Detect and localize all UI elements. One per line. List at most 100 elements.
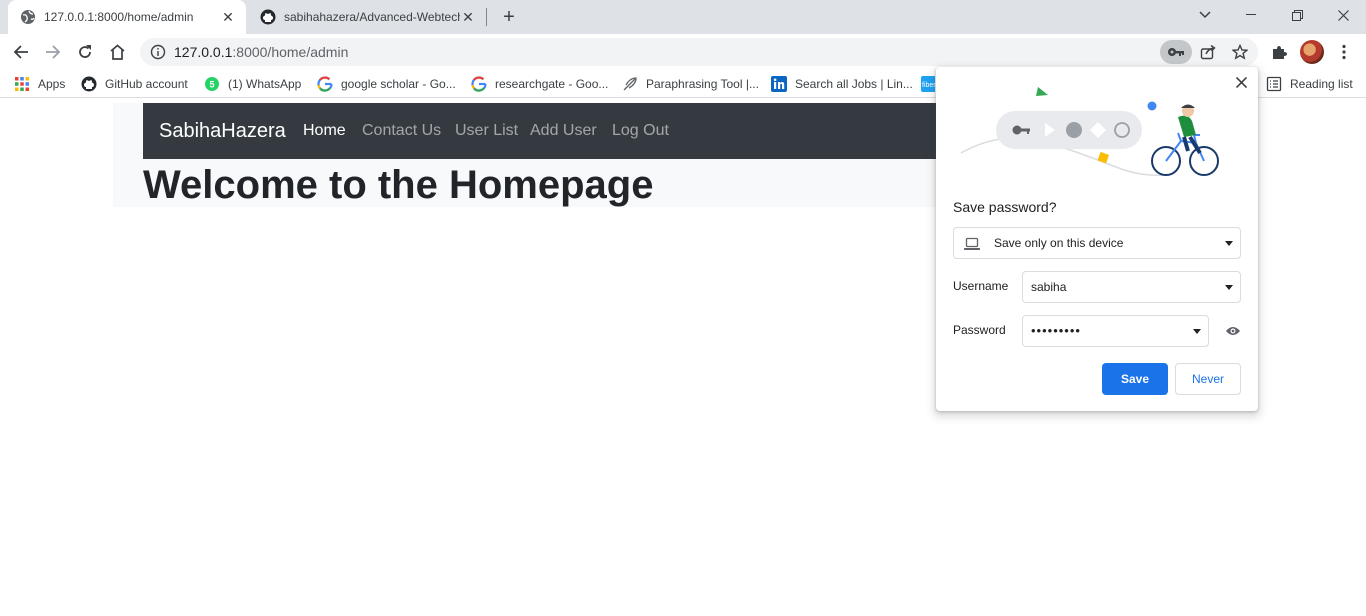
bookmark-label: google scholar - Go... (341, 77, 456, 91)
new-tab-button[interactable]: + (498, 6, 520, 28)
save-destination-label: Save only on this device (994, 236, 1124, 250)
google-icon (471, 76, 487, 92)
reload-icon (79, 45, 91, 58)
bookmark-label: Paraphrasing Tool |... (646, 77, 759, 91)
share-icon (1200, 44, 1216, 60)
dialog-title: Save password? (953, 199, 1057, 215)
reading-list-button[interactable]: Reading list (1266, 74, 1353, 94)
restore-button[interactable] (1274, 0, 1320, 30)
minimize-button[interactable] (1228, 0, 1274, 30)
username-select[interactable]: sabiha (1022, 271, 1241, 303)
apps-grid-icon (15, 77, 29, 91)
feather-icon (623, 77, 637, 91)
forward-button[interactable] (40, 39, 66, 65)
tab-active[interactable]: 127.0.0.1:8000/home/admin ✕ (8, 0, 246, 34)
password-value: ••••••••• (1031, 323, 1081, 338)
whatsapp-icon: 5 (205, 77, 219, 91)
home-icon (109, 44, 125, 60)
laptop-icon (964, 237, 980, 250)
tab-divider (486, 8, 487, 26)
close-tab-icon[interactable]: ✕ (220, 9, 236, 25)
tab-inactive[interactable]: sabihahazera/Advanced-Webtech ✕ (248, 0, 486, 34)
bookmark-paraphrasing[interactable]: Paraphrasing Tool |... (622, 74, 759, 94)
star-icon (1232, 44, 1248, 60)
bookmark-fiverr[interactable]: fiber (921, 74, 935, 94)
bookmark-label: (1) WhatsApp (228, 77, 302, 91)
password-select[interactable]: ••••••••• (1022, 315, 1209, 347)
dialog-close-button[interactable] (1232, 73, 1250, 91)
restore-icon (1291, 9, 1303, 21)
github-icon (260, 9, 276, 25)
reload-button[interactable] (72, 39, 98, 65)
password-illustration (960, 87, 1219, 177)
url-host: 127.0.0.1 (174, 44, 233, 60)
password-key-button[interactable] (1160, 40, 1192, 64)
reading-list-icon (1266, 76, 1282, 92)
github-icon (81, 76, 97, 92)
close-window-button[interactable] (1320, 0, 1366, 30)
extensions-button[interactable] (1267, 40, 1291, 64)
browser-toolbar: 127.0.0.1:8000/home/admin (0, 34, 1366, 70)
navbar-brand[interactable]: SabihaHazera (159, 103, 286, 159)
menu-button[interactable] (1332, 40, 1356, 64)
linkedin-icon (771, 76, 787, 92)
bookmark-google-scholar[interactable]: google scholar - Go... (317, 74, 456, 94)
profile-avatar[interactable] (1300, 40, 1324, 64)
bookmark-linkedin[interactable]: Search all Jobs | Lin... (771, 74, 913, 94)
home-button[interactable] (104, 39, 130, 65)
bookmark-github[interactable]: GitHub account (81, 74, 188, 94)
svg-text:5: 5 (209, 80, 214, 90)
arrow-left-icon (13, 45, 28, 59)
tab-strip: 127.0.0.1:8000/home/admin ✕ sabihahazera… (0, 0, 1366, 34)
share-button[interactable] (1198, 42, 1218, 62)
info-icon[interactable] (150, 44, 166, 60)
key-icon (1168, 48, 1184, 56)
more-vert-icon (1342, 44, 1346, 60)
bookmark-label: GitHub account (105, 77, 188, 91)
bookmark-label: Apps (38, 77, 66, 91)
eye-icon (1226, 327, 1240, 335)
url-path: :8000/home/admin (232, 44, 349, 60)
close-icon (1235, 76, 1247, 88)
caret-down-icon (1225, 241, 1233, 246)
close-icon (1337, 9, 1349, 21)
address-bar[interactable]: 127.0.0.1:8000/home/admin (140, 38, 1258, 66)
nav-link-logout[interactable]: Log Out (612, 103, 669, 159)
tab-title: sabihahazera/Advanced-Webtech (284, 10, 460, 24)
tab-title: 127.0.0.1:8000/home/admin (44, 10, 194, 24)
page-heading: Welcome to the Homepage (143, 163, 654, 207)
show-password-button[interactable] (1224, 322, 1242, 340)
tab-search-button[interactable] (1182, 0, 1228, 30)
bookmark-whatsapp[interactable]: 5 (1) WhatsApp (204, 74, 301, 94)
google-icon (317, 76, 333, 92)
bookmark-researchgate[interactable]: researchgate - Goo... (471, 74, 608, 94)
nav-link-add-user[interactable]: Add User (530, 103, 597, 159)
back-button[interactable] (8, 39, 34, 65)
puzzle-icon (1273, 46, 1287, 59)
arrow-right-icon (46, 45, 61, 59)
caret-down-icon (1193, 329, 1201, 334)
bookmark-star-button[interactable] (1230, 42, 1250, 62)
url-text: 127.0.0.1:8000/home/admin (174, 38, 348, 66)
chevron-down-icon (1199, 11, 1211, 19)
bookmark-apps[interactable]: Apps (14, 74, 65, 94)
save-destination-select[interactable]: Save only on this device (953, 227, 1241, 259)
bookmark-label: researchgate - Goo... (495, 77, 609, 91)
globe-icon (21, 10, 35, 24)
fiverr-icon: fiber (921, 76, 935, 92)
nav-link-contact[interactable]: Contact Us (362, 103, 441, 159)
caret-down-icon (1225, 285, 1233, 290)
fiverr-text: fiber (922, 82, 935, 89)
username-value: sabiha (1031, 280, 1067, 294)
password-label: Password (953, 323, 1006, 337)
nav-link-user-list[interactable]: User List (455, 103, 518, 159)
reading-list-label: Reading list (1290, 77, 1353, 91)
save-button[interactable]: Save (1102, 363, 1168, 395)
close-tab-icon[interactable]: ✕ (460, 9, 476, 25)
username-label: Username (953, 279, 1009, 293)
never-button[interactable]: Never (1175, 363, 1241, 395)
minimize-icon (1246, 14, 1256, 15)
nav-link-home[interactable]: Home (303, 103, 346, 159)
save-password-dialog: Save password? Save only on this device … (936, 67, 1258, 411)
bookmark-label: Search all Jobs | Lin... (795, 77, 913, 91)
